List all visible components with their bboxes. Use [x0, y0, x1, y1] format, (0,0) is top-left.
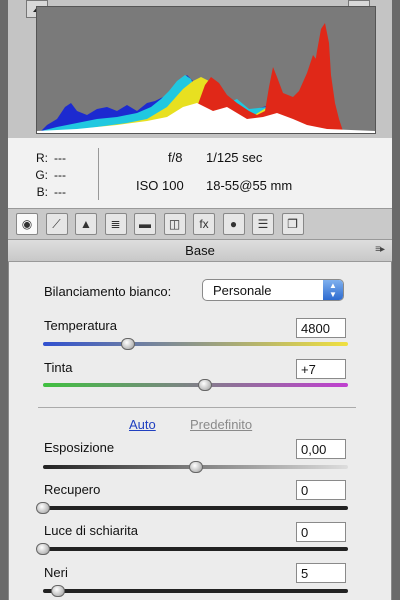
section-divider [38, 407, 356, 408]
tab-detail[interactable]: ▲ [75, 213, 97, 235]
tinta-field[interactable]: +7 [296, 359, 346, 379]
default-link[interactable]: Predefinito [190, 417, 252, 432]
temperatura-field[interactable]: 4800 [296, 318, 346, 338]
readout-divider [98, 148, 99, 200]
neri-field[interactable]: 5 [296, 563, 346, 583]
white-balance-value: Personale [213, 283, 272, 298]
luce-di-schiarita-slider-track[interactable] [43, 547, 348, 551]
camera-calibration-icon: ● [229, 217, 238, 231]
esposizione-label: Esposizione [44, 440, 115, 455]
tab-hsl[interactable]: ≣ [104, 213, 127, 235]
white-balance-label: Bilanciamento bianco: [44, 284, 172, 299]
neri-label: Neri [44, 565, 68, 580]
tab-split-toning[interactable]: ▬ [134, 213, 156, 235]
iso-value: ISO 100 [136, 178, 184, 193]
luce-di-schiarita-field[interactable]: 0 [296, 522, 346, 542]
aperture-value: f/8 [168, 150, 183, 165]
aperture-icon: ◉ [21, 217, 33, 231]
tinta-slider-track[interactable] [43, 383, 348, 387]
histogram [36, 6, 376, 134]
lens-corrections-icon: ◫ [168, 217, 181, 231]
detail-icon: ▲ [80, 217, 92, 231]
tab-snapshots[interactable]: ❐ [281, 213, 304, 235]
r-label: R: [36, 151, 48, 165]
luce-di-schiarita-label: Luce di schiarita [44, 523, 138, 538]
snapshots-icon: ❐ [287, 217, 298, 231]
panel-tabs: ◉ ⟋ ▲ ≣ ▬ ◫ fx ● ☰ ❐ [8, 208, 392, 240]
temperatura-label: Temperatura [44, 318, 117, 333]
b-value: --- [54, 185, 66, 199]
hsl-icon: ≣ [110, 217, 121, 231]
neri-slider-track[interactable] [43, 589, 348, 593]
panel-menu-icon[interactable]: ≡▸ [375, 244, 385, 255]
rgb-readout: R: --- G: --- B: --- [30, 150, 66, 201]
white-balance-select[interactable]: Personale ▲ ▼ [202, 279, 344, 301]
tinta-label: Tinta [44, 360, 73, 375]
tab-lens-corrections[interactable]: ◫ [163, 213, 186, 235]
lens-value: 18-55@55 mm [206, 178, 293, 193]
tab-fx[interactable]: fx [193, 213, 215, 235]
r-value: --- [54, 151, 66, 165]
tab-presets[interactable]: ☰ [252, 213, 274, 235]
recupero-field[interactable]: 0 [296, 480, 346, 500]
auto-link[interactable]: Auto [129, 417, 156, 432]
info-readout: R: --- G: --- B: --- f/8 1/125 sec ISO 100 … [8, 138, 392, 208]
tab-tone-curve[interactable]: ⟋ [45, 213, 68, 235]
recupero-label: Recupero [44, 482, 101, 497]
g-label: G: [35, 168, 48, 182]
presets-icon: ☰ [257, 217, 269, 231]
temperatura-slider-track[interactable] [43, 342, 348, 346]
tone-curve-icon: ⟋ [52, 217, 61, 231]
shutter-value: 1/125 sec [206, 150, 263, 165]
esposizione-field[interactable]: 0,00 [296, 439, 346, 459]
recupero-slider-track[interactable] [43, 506, 348, 510]
histogram-area [8, 0, 392, 138]
histogram-graph [37, 23, 375, 133]
g-value: --- [54, 168, 66, 182]
tab-camera-calibration[interactable]: ● [222, 213, 245, 235]
section-title: Base [185, 243, 215, 258]
b-label: B: [36, 185, 48, 199]
tab-aperture[interactable]: ◉ [16, 213, 38, 235]
split-toning-icon: ▬ [139, 217, 151, 231]
updown-arrows-icon: ▲ ▼ [323, 280, 343, 300]
section-header: Base ≡▸ [8, 240, 392, 262]
fx-icon: fx [199, 217, 209, 231]
